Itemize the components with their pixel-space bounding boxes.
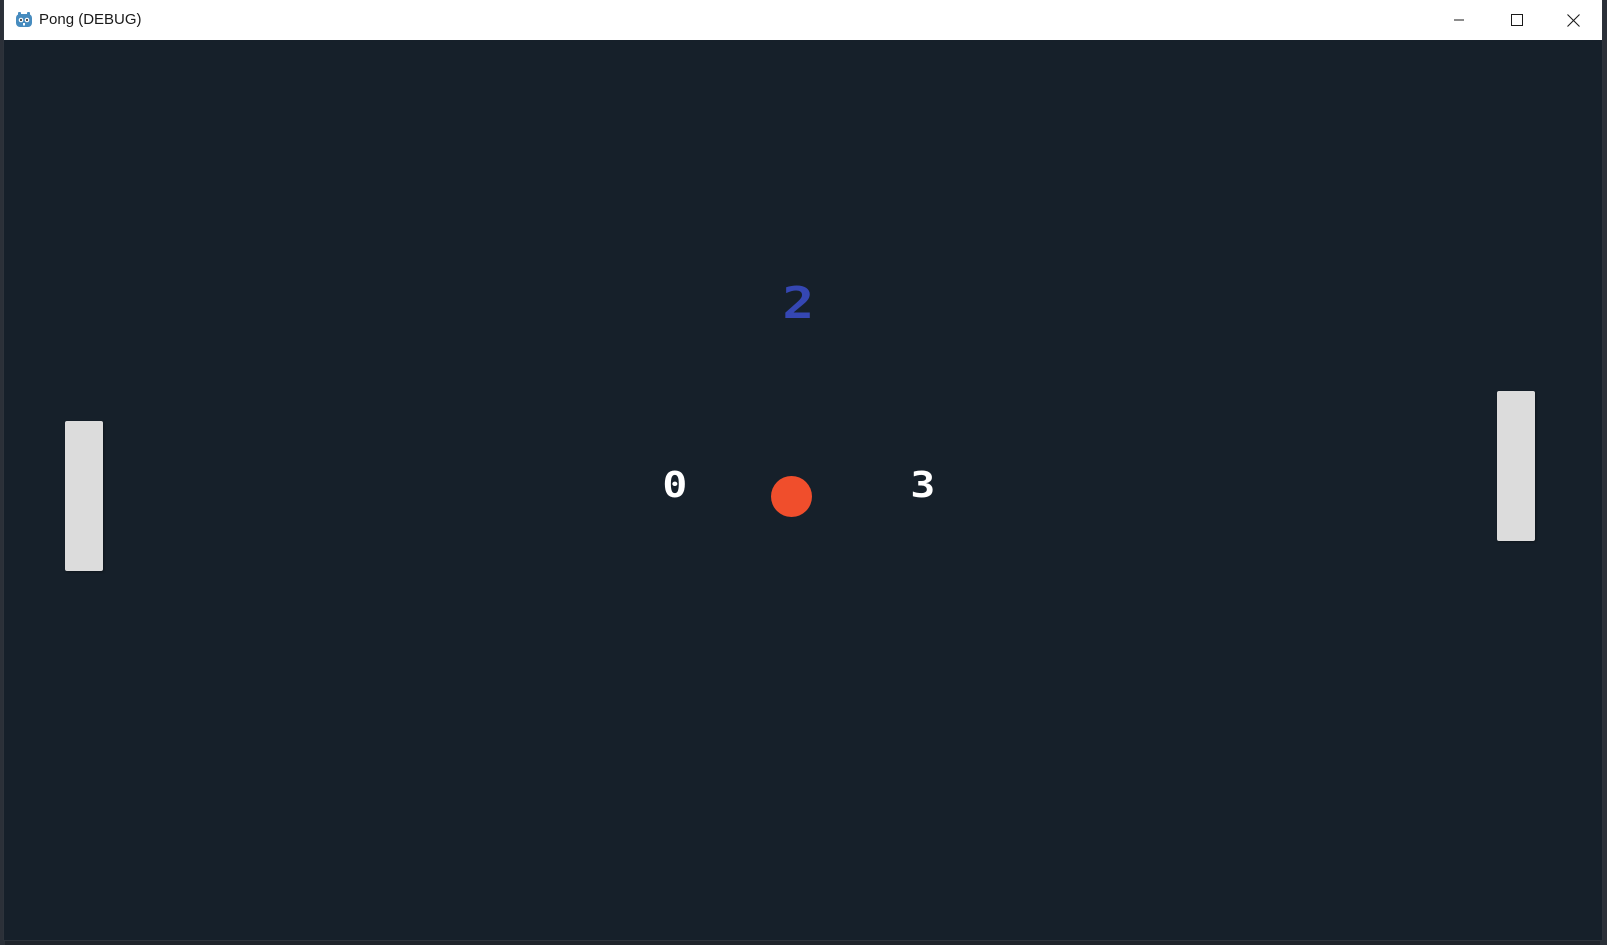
maximize-button[interactable]: [1488, 0, 1546, 40]
ball: [771, 476, 812, 517]
minimize-icon: [1453, 14, 1465, 26]
left-score: 0: [662, 465, 688, 506]
title-bar[interactable]: Pong (DEBUG): [4, 0, 1602, 41]
right-paddle: [1497, 391, 1535, 541]
close-button[interactable]: [1544, 0, 1602, 40]
game-window: Pong (DEBUG) 2 0 3: [4, 0, 1602, 940]
countdown-number: 2: [782, 278, 815, 329]
godot-engine-icon: [15, 11, 33, 29]
right-score: 3: [910, 465, 936, 506]
close-icon: [1566, 13, 1580, 27]
game-viewport[interactable]: 2 0 3: [4, 40, 1602, 940]
left-paddle: [65, 421, 103, 571]
maximize-icon: [1511, 14, 1523, 26]
window-title: Pong (DEBUG): [39, 11, 142, 28]
minimize-button[interactable]: [1430, 0, 1488, 40]
